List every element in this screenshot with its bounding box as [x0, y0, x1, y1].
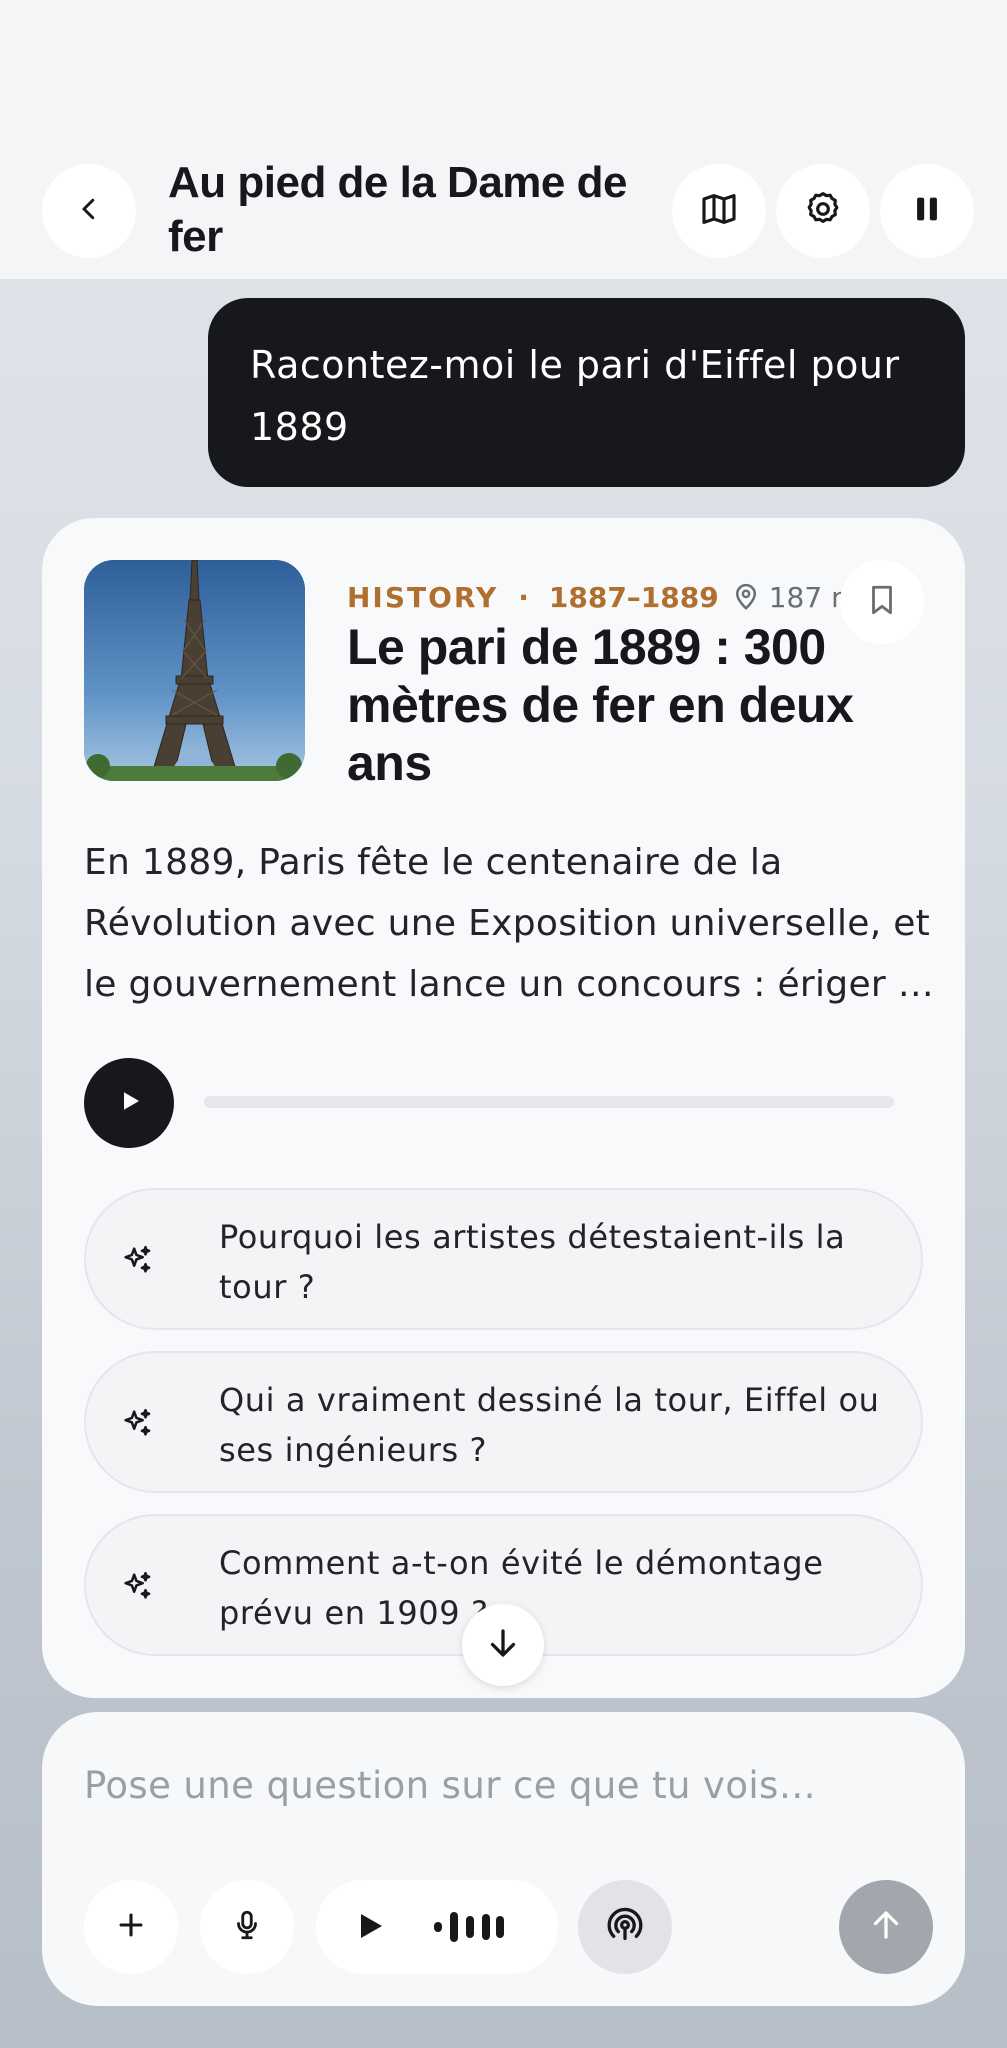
arrow-up-icon: [868, 1907, 904, 1947]
broadcast-icon: [605, 1905, 645, 1949]
scroll-down-button[interactable]: [462, 1604, 544, 1686]
plus-icon: [114, 1908, 148, 1946]
settings-button[interactable]: [776, 164, 870, 258]
back-button[interactable]: [42, 164, 136, 258]
story-body: En 1889, Paris fête le centenaire de la …: [84, 842, 935, 1005]
bookmark-icon: [865, 583, 899, 621]
voice-mode-pill[interactable]: [316, 1880, 558, 1974]
chevron-left-icon: [74, 194, 104, 228]
story-title: Le pari de 1889 : 300 mètres de fer en d…: [347, 619, 854, 791]
page-title: Au pied de la Dame de fer: [168, 158, 627, 261]
send-button[interactable]: [839, 1880, 933, 1974]
pause-icon: [910, 192, 944, 230]
category-label: HISTORY: [347, 580, 499, 614]
play-icon: [114, 1086, 144, 1120]
live-camera-button[interactable]: [578, 1880, 672, 1974]
years-label: 1887–1889: [548, 580, 719, 614]
user-message: Racontez-moi le pari d'Eiffel pour 1889: [208, 298, 965, 487]
add-button[interactable]: [84, 1880, 178, 1974]
composer: [42, 1712, 965, 2006]
sparkle-icon: [120, 1406, 154, 1444]
meta-separator: ·: [518, 580, 529, 614]
location-pin-icon: [731, 582, 761, 612]
question-input[interactable]: [84, 1752, 924, 1818]
audio-progress-bar[interactable]: [204, 1096, 894, 1108]
sparkle-icon: [120, 1243, 154, 1281]
map-button[interactable]: [672, 164, 766, 258]
story-card: HISTORY · 1887–1889 187 m Le pari de 188…: [42, 518, 965, 1698]
play-icon: [352, 1908, 388, 1948]
eiffel-tower-thumbnail: [84, 560, 305, 781]
waveform-icon: [434, 1910, 504, 1948]
play-audio-button[interactable]: [84, 1058, 174, 1148]
suggestion-label: Comment a-t-on évité le démontage prévu …: [219, 1544, 824, 1632]
suggestion-chip[interactable]: Qui a vraiment dessiné la tour, Eiffel o…: [84, 1351, 923, 1493]
sparkle-icon: [120, 1569, 154, 1607]
suggestion-label: Qui a vraiment dessiné la tour, Eiffel o…: [219, 1381, 880, 1469]
pause-button[interactable]: [880, 164, 974, 258]
suggestion-chip[interactable]: Pourquoi les artistes détestaient-ils la…: [84, 1188, 923, 1330]
microphone-button[interactable]: [200, 1880, 294, 1974]
gear-icon: [803, 189, 843, 233]
arrow-down-icon: [485, 1625, 521, 1665]
map-icon: [699, 189, 739, 233]
suggestion-label: Pourquoi les artistes détestaient-ils la…: [219, 1218, 846, 1306]
microphone-icon: [230, 1908, 264, 1946]
